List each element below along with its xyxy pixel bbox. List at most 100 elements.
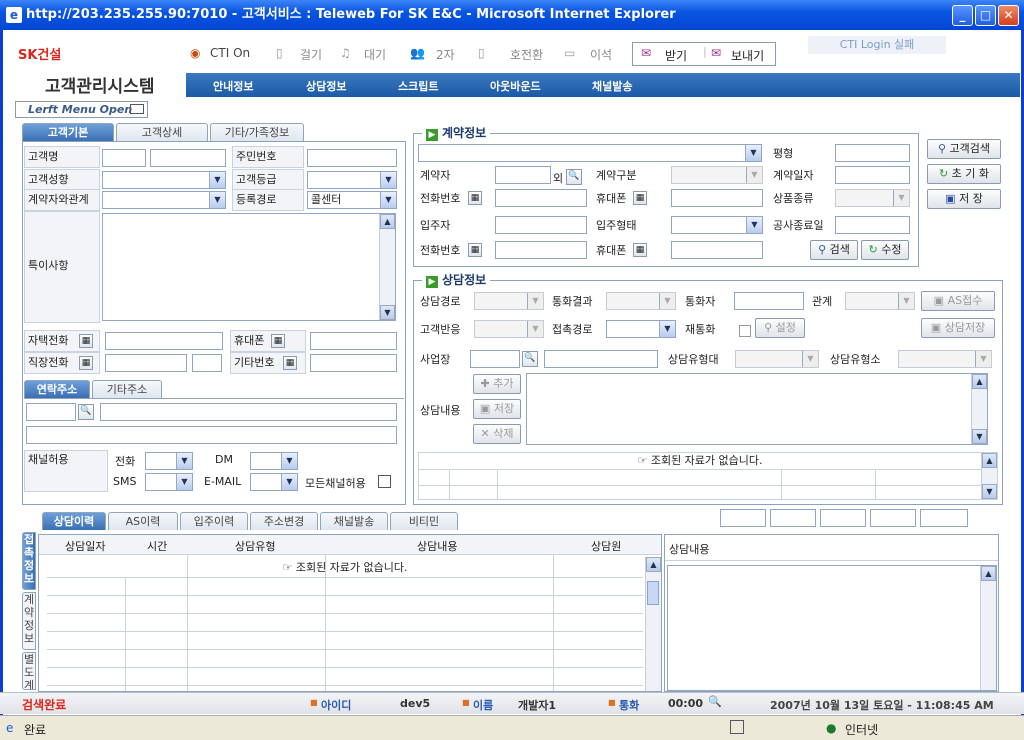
scroll-up-icon[interactable]: ▲ — [646, 557, 661, 572]
left-menu-toggle[interactable]: Lerft Menu Open — [15, 101, 148, 118]
spin-input-1[interactable] — [720, 509, 766, 527]
tab-address-change[interactable]: 주소변경 — [250, 512, 318, 530]
phone-book-icon[interactable]: ▦ — [79, 334, 93, 348]
content-scrollbar[interactable]: ▲ ▼ — [971, 374, 987, 444]
tab-other-address[interactable]: 기타주소 — [92, 380, 162, 398]
consult-grid-scrollbar[interactable]: ▲ ▼ — [981, 453, 997, 499]
type-small-select[interactable]: ▼ — [898, 350, 992, 368]
side-tab-contract[interactable]: 계약정보 — [22, 592, 36, 650]
consult-save-button[interactable]: ▣ 상담저장 — [921, 318, 995, 338]
send-button[interactable]: 보내기 — [731, 47, 764, 64]
tab-customer-detail[interactable]: 고객상세 — [116, 123, 208, 141]
tab-contact-address[interactable]: 연락주소 — [24, 380, 90, 398]
contract-edit-button[interactable]: ↻ 수정 — [861, 240, 909, 260]
address-input-1[interactable] — [100, 403, 397, 421]
maximize-button[interactable]: □ — [975, 5, 996, 26]
search-icon[interactable]: 🔍 — [708, 695, 722, 708]
phone-book-icon[interactable]: ▦ — [271, 334, 285, 348]
leave-button[interactable]: 이석 — [590, 46, 612, 63]
consult-relation-select[interactable]: ▼ — [845, 292, 915, 310]
end-date-input[interactable] — [835, 216, 910, 234]
pyeong-input[interactable] — [835, 144, 910, 162]
phone-book-icon[interactable]: ▦ — [468, 243, 482, 257]
delete-button[interactable]: ✕ 삭제 — [473, 424, 521, 444]
work-phone-ext-input[interactable] — [192, 354, 222, 372]
sms-select[interactable]: ▼ — [145, 473, 193, 491]
spin-input-3[interactable] — [820, 509, 866, 527]
note-scrollbar[interactable]: ▲ ▼ — [379, 214, 395, 320]
phone-book-icon[interactable]: ▦ — [79, 356, 93, 370]
site-code-input[interactable] — [470, 350, 520, 368]
contract-search-button[interactable]: ⚲ 검색 — [810, 240, 858, 260]
nav-guide[interactable]: 안내정보 — [213, 78, 253, 94]
ssn-input[interactable] — [307, 149, 397, 167]
receive-button[interactable]: 받기 — [665, 47, 687, 64]
note-textarea[interactable]: ▲ ▼ — [102, 213, 396, 321]
contract-type-select[interactable]: ▼ — [671, 166, 763, 184]
nav-consult[interactable]: 상담정보 — [306, 78, 346, 94]
cti-on-label[interactable]: CTI On — [210, 46, 250, 60]
call-result-select[interactable]: ▼ — [606, 292, 676, 310]
scroll-down-icon[interactable]: ▼ — [380, 305, 395, 320]
spin-input-2[interactable] — [770, 509, 816, 527]
scroll-up-icon[interactable]: ▲ — [981, 566, 996, 581]
spin-input-5[interactable] — [920, 509, 968, 527]
phone-input[interactable] — [495, 189, 587, 207]
side-tab-extra[interactable]: 별도계 — [22, 652, 36, 690]
work-phone-input[interactable] — [105, 354, 187, 372]
phone-book-icon[interactable]: ▦ — [468, 191, 482, 205]
add-button[interactable]: ✚ 추가 — [473, 374, 521, 394]
scroll-up-icon[interactable]: ▲ — [380, 214, 395, 229]
address-input-2[interactable] — [26, 426, 397, 444]
tel-select[interactable]: ▼ — [145, 452, 193, 470]
tab-customer-basic[interactable]: 고객기본 — [22, 123, 114, 141]
scroll-thumb[interactable] — [647, 581, 659, 605]
close-button[interactable]: ✕ — [998, 5, 1019, 26]
resident-input[interactable] — [495, 216, 587, 234]
detail-textarea[interactable]: ▲ — [667, 565, 997, 691]
email-select[interactable]: ▼ — [250, 473, 298, 491]
search-icon[interactable]: 🔍 — [78, 404, 94, 420]
mobile2-input[interactable] — [671, 241, 763, 259]
scroll-up-icon[interactable]: ▲ — [982, 453, 997, 468]
customer-search-button[interactable]: ⚲ 고객검색 — [927, 139, 1001, 159]
mobile-input[interactable] — [310, 332, 397, 350]
search-icon[interactable]: 🔍 — [522, 351, 538, 367]
phone-book-icon[interactable]: ▦ — [633, 243, 647, 257]
side-tab-contact[interactable]: 접촉정보 — [22, 532, 36, 590]
other-no-input[interactable] — [310, 354, 397, 372]
tab-customer-family[interactable]: 기타/가족정보 — [210, 123, 304, 141]
relation-select[interactable]: ▼ — [102, 191, 226, 209]
phone-book-icon[interactable]: ▦ — [283, 356, 297, 370]
second-party-button[interactable]: 2자 — [436, 46, 455, 63]
search-icon[interactable]: 🔍 — [566, 169, 582, 185]
grade-select[interactable]: ▼ — [307, 171, 397, 189]
site-select[interactable]: ▼ — [418, 144, 762, 162]
reaction-select[interactable]: ▼ — [474, 320, 544, 338]
content-textarea[interactable]: ▲ ▼ — [526, 373, 988, 445]
home-phone-input[interactable] — [105, 332, 223, 350]
history-scrollbar[interactable]: ▲ — [645, 557, 661, 691]
product-select[interactable]: ▼ — [835, 189, 910, 207]
name-input-2[interactable] — [150, 149, 226, 167]
detail-scrollbar[interactable]: ▲ — [980, 566, 996, 690]
consult-route-select[interactable]: ▼ — [474, 292, 544, 310]
type-large-select[interactable]: ▼ — [735, 350, 819, 368]
contract-date-input[interactable] — [835, 166, 910, 184]
spin-input-4[interactable] — [870, 509, 916, 527]
content-save-button[interactable]: ▣ 저장 — [473, 399, 521, 419]
nav-outbound[interactable]: 아웃바운드 — [490, 78, 541, 94]
as-register-button[interactable]: ▣ AS접수 — [921, 291, 995, 311]
transfer-button[interactable]: 호전환 — [510, 46, 543, 63]
caller-input[interactable] — [734, 292, 804, 310]
tab-as-history[interactable]: AS이력 — [108, 512, 178, 530]
zipcode-input[interactable] — [26, 403, 76, 421]
nav-script[interactable]: 스크립트 — [398, 78, 438, 94]
wait-button[interactable]: 대기 — [364, 46, 386, 63]
tab-btm[interactable]: 비티민 — [390, 512, 458, 530]
recall-setting-button[interactable]: ⚲ 설정 — [755, 318, 805, 338]
tendency-select[interactable]: ▼ — [102, 171, 226, 189]
tab-move-history[interactable]: 입주이력 — [180, 512, 248, 530]
phone-book-icon[interactable]: ▦ — [633, 191, 647, 205]
phone2-input[interactable] — [495, 241, 587, 259]
